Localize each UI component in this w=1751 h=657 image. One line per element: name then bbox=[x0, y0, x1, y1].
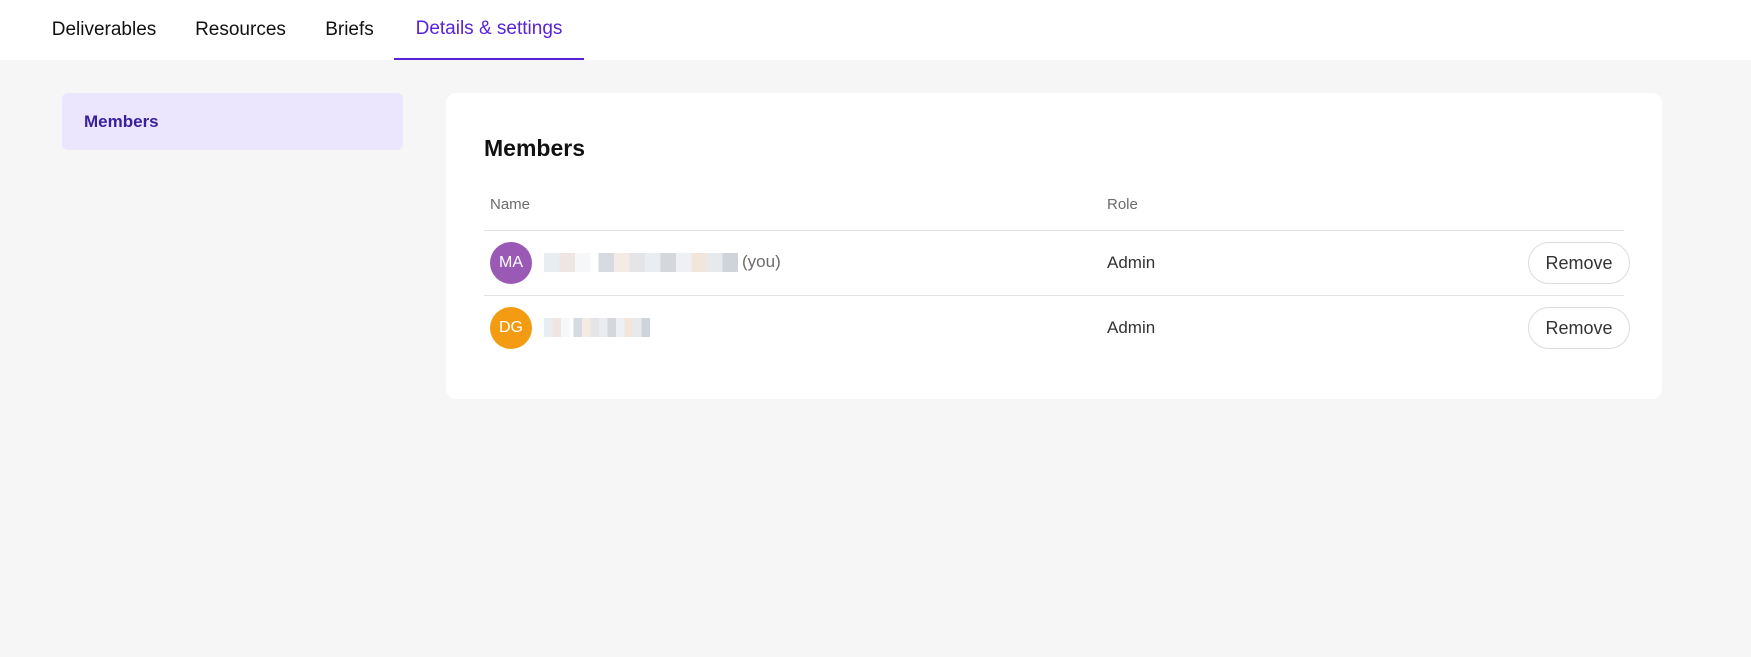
tab-details-settings[interactable]: Details & settings bbox=[394, 0, 584, 60]
member-role: Admin bbox=[1107, 253, 1156, 272]
sidebar-item-members[interactable]: Members bbox=[62, 93, 403, 150]
redacted-name bbox=[544, 318, 650, 337]
table-row: MA (you) Admin Remove bbox=[484, 231, 1630, 295]
avatar: DG bbox=[490, 307, 532, 349]
you-label: (you) bbox=[742, 252, 781, 271]
column-header-name: Name bbox=[490, 196, 531, 213]
members-title: Members bbox=[484, 135, 585, 161]
top-nav: Deliverables Resources Briefs Details & … bbox=[0, 0, 1751, 60]
tab-resources[interactable]: Resources bbox=[176, 0, 305, 60]
column-header-role: Role bbox=[1107, 196, 1138, 213]
members-card: Members Name Role MA (you) Admin Remove … bbox=[446, 93, 1662, 399]
tab-briefs[interactable]: Briefs bbox=[305, 0, 394, 60]
redacted-name bbox=[544, 253, 738, 272]
member-role: Admin bbox=[1107, 318, 1156, 337]
tab-deliverables[interactable]: Deliverables bbox=[32, 0, 176, 60]
avatar: MA bbox=[490, 242, 532, 284]
remove-member-button[interactable]: Remove bbox=[1528, 242, 1630, 284]
table-row: DG Admin Remove bbox=[484, 296, 1630, 360]
remove-member-button[interactable]: Remove bbox=[1528, 307, 1630, 349]
